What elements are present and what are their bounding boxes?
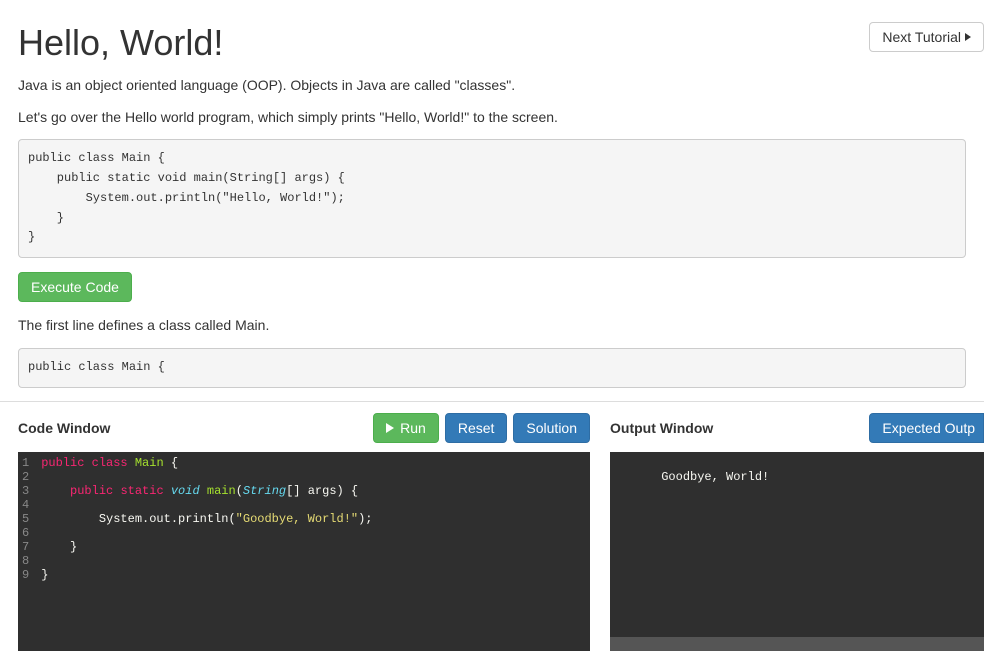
next-tutorial-label: Next Tutorial (882, 29, 961, 45)
code-lines[interactable]: public class Main { public static void m… (35, 452, 378, 651)
expected-output-button[interactable]: Expected Outp (869, 413, 984, 443)
intro-para-1: Java is an object oriented language (OOP… (18, 76, 966, 96)
tutorial-content: Hello, World! Java is an object oriented… (0, 22, 984, 388)
output-scrollbar[interactable] (610, 637, 984, 651)
output-panel: Output Window Expected Outp Goodbye, Wor… (590, 402, 984, 651)
intro-para-3: The first line defines a class called Ma… (18, 316, 966, 336)
output-text: Goodbye, World! (661, 470, 769, 484)
execute-code-button[interactable]: Execute Code (18, 272, 132, 302)
run-button[interactable]: Run (373, 413, 439, 443)
code-example-2: public class Main { (18, 348, 966, 388)
ide-panel: Code Window Run Reset Solution 1 2 3 4 5… (0, 401, 984, 651)
page-title: Hello, World! (18, 22, 966, 64)
play-icon (386, 423, 394, 433)
chevron-right-icon (965, 33, 971, 41)
code-example-1: public class Main { public static void m… (18, 139, 966, 258)
line-gutter: 1 2 3 4 5 6 7 8 9 (18, 452, 35, 651)
solution-button[interactable]: Solution (513, 413, 590, 443)
code-panel: Code Window Run Reset Solution 1 2 3 4 5… (0, 402, 590, 651)
run-label: Run (400, 420, 426, 436)
code-window-title: Code Window (18, 420, 110, 436)
next-tutorial-button[interactable]: Next Tutorial (869, 22, 984, 52)
code-editor[interactable]: 1 2 3 4 5 6 7 8 9 public class Main { pu… (18, 452, 590, 651)
reset-button[interactable]: Reset (445, 413, 508, 443)
output-console: Goodbye, World! (610, 452, 984, 651)
intro-para-2: Let's go over the Hello world program, w… (18, 108, 966, 128)
output-window-title: Output Window (610, 420, 713, 436)
